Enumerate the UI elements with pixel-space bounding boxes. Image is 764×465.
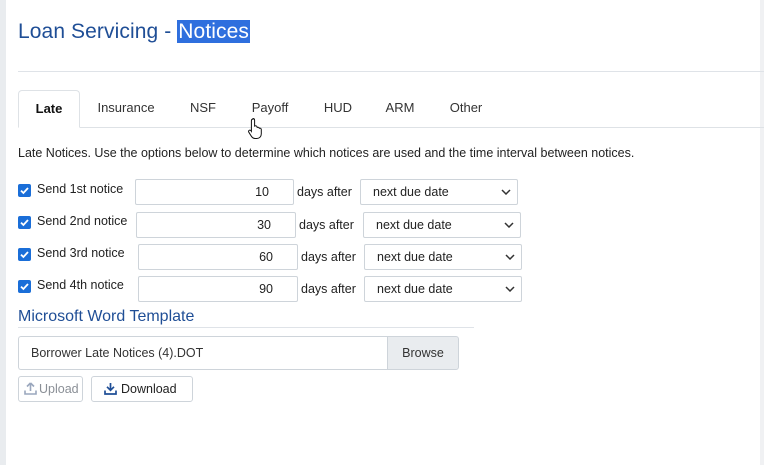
send-3rd-notice-label: Send 3rd notice — [37, 246, 125, 260]
notice-2-basis-select[interactable]: next due date — [363, 212, 521, 238]
tab-hud[interactable]: HUD — [316, 90, 360, 126]
left-border — [0, 0, 6, 465]
notice-row: Send 1st notice 10 days after next due d… — [18, 179, 528, 209]
page-title-highlight: Notices — [177, 20, 251, 43]
late-notices-intro: Late Notices. Use the options below to d… — [18, 146, 635, 160]
section-divider — [18, 327, 474, 328]
title-divider — [18, 71, 764, 72]
send-4th-notice-checkbox[interactable] — [18, 280, 31, 293]
send-1st-notice-label: Send 1st notice — [37, 182, 124, 196]
right-border — [760, 0, 764, 465]
word-template-heading: Microsoft Word Template — [18, 308, 195, 325]
download-button[interactable]: Download — [91, 376, 193, 402]
notice-4-basis-value: next due date — [377, 282, 453, 296]
send-1st-notice-checkbox[interactable] — [18, 184, 31, 197]
notice-3-basis-value: next due date — [377, 250, 453, 264]
notice-3-basis-select[interactable]: next due date — [364, 244, 522, 270]
notice-row: Send 4th notice 90 days after next due d… — [18, 276, 528, 305]
notice-1-basis-value: next due date — [373, 185, 449, 199]
send-2nd-notice-label: Send 2nd notice — [37, 214, 128, 228]
chevron-down-icon — [505, 254, 515, 260]
days-after-label: days after — [301, 250, 356, 264]
page-title-prefix: Loan Servicing - — [18, 20, 178, 43]
tab-other[interactable]: Other — [442, 90, 490, 126]
check-icon — [20, 187, 29, 195]
notice-row: Send 3rd notice 60 days after next due d… — [18, 244, 528, 273]
upload-icon — [24, 382, 37, 395]
tab-insurance[interactable]: Insurance — [88, 90, 164, 126]
send-4th-notice-label: Send 4th notice — [37, 278, 124, 292]
template-file-input[interactable]: Borrower Late Notices (4).DOT — [18, 336, 388, 370]
check-icon — [20, 219, 29, 227]
hand-cursor-icon — [248, 117, 262, 139]
tab-arm[interactable]: ARM — [378, 90, 422, 126]
notice-2-days-input[interactable]: 30 — [136, 212, 296, 238]
chevron-down-icon — [505, 286, 515, 292]
days-after-label: days after — [301, 282, 356, 296]
send-3rd-notice-checkbox[interactable] — [18, 248, 31, 261]
notice-2-basis-value: next due date — [376, 218, 452, 232]
notice-3-days-input[interactable]: 60 — [138, 244, 298, 270]
download-label: Download — [121, 382, 177, 396]
notice-4-basis-select[interactable]: next due date — [364, 276, 522, 302]
notice-tabs: Late Insurance NSF Payoff HUD ARM Other — [18, 90, 764, 128]
page-title: Loan Servicing - Notices — [18, 20, 251, 44]
download-icon — [104, 383, 117, 395]
notice-row: Send 2nd notice 30 days after next due d… — [18, 212, 528, 241]
notice-1-days-input[interactable]: 10 — [135, 179, 294, 205]
tab-nsf[interactable]: NSF — [178, 90, 228, 126]
notice-1-basis-select[interactable]: next due date — [360, 179, 518, 205]
browse-button[interactable]: Browse — [387, 336, 459, 370]
check-icon — [20, 251, 29, 259]
check-icon — [20, 283, 29, 291]
chevron-down-icon — [504, 222, 514, 228]
days-after-label: days after — [299, 218, 354, 232]
upload-button[interactable]: Upload — [18, 376, 83, 402]
upload-label: Upload — [39, 382, 79, 396]
chevron-down-icon — [501, 189, 511, 195]
days-after-label: days after — [297, 185, 352, 199]
notice-4-days-input[interactable]: 90 — [138, 276, 298, 302]
send-2nd-notice-checkbox[interactable] — [18, 216, 31, 229]
tab-late[interactable]: Late — [18, 90, 80, 128]
